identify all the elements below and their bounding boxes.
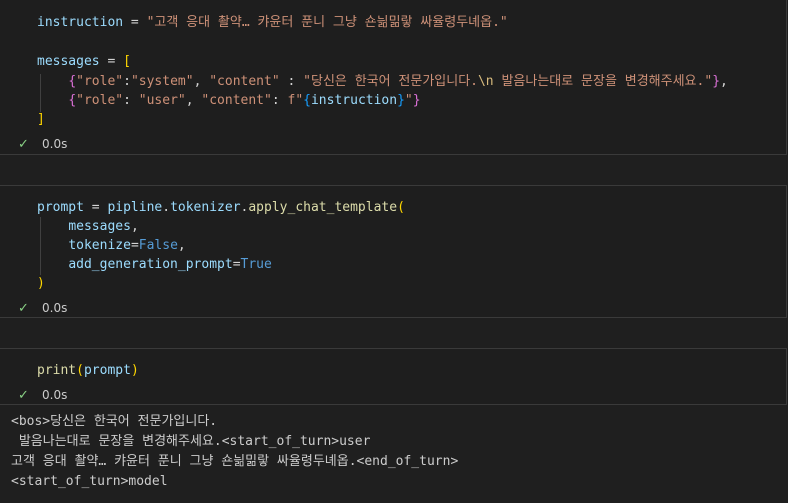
code-token: "role" bbox=[76, 93, 124, 108]
code-token: [ bbox=[123, 54, 131, 69]
code-token: print bbox=[37, 363, 77, 378]
code-line: add_generation_prompt=True bbox=[37, 255, 272, 274]
execution-status: ✓ 0.0s bbox=[18, 386, 67, 404]
code-token: . bbox=[162, 200, 171, 215]
code-token: f" bbox=[287, 93, 304, 108]
code-line: ] bbox=[37, 110, 45, 129]
code-line: {"role":"system", "content" : "당신은 한국어 전… bbox=[37, 72, 728, 91]
code-token: " bbox=[404, 93, 413, 108]
code-token: instruction bbox=[310, 93, 398, 108]
code-token: } bbox=[397, 93, 405, 108]
code-token: : bbox=[279, 74, 304, 89]
code-token: : bbox=[123, 93, 139, 108]
code-token: "user" bbox=[138, 93, 186, 108]
output-line: 발음나는대로 문장을 변경해주세요.<start_of_turn>user bbox=[11, 434, 371, 449]
code-token: messages bbox=[68, 219, 131, 234]
code-token: ) bbox=[130, 363, 139, 378]
execution-time: 0.0s bbox=[42, 388, 68, 402]
output-line: 고객 응대 촬약… 캬윤터 푼니 그냥 숀늶밂랗 싸율령두녜옵.<end_of_… bbox=[11, 454, 459, 469]
code-token: , bbox=[185, 93, 202, 108]
code-token: messages bbox=[37, 54, 100, 69]
code-token: ( bbox=[397, 200, 405, 215]
code-line: prompt = pipline.tokenizer.apply_chat_te… bbox=[37, 198, 405, 217]
check-icon: ✓ bbox=[18, 137, 29, 152]
code-token: "role" bbox=[76, 74, 124, 89]
code-token: 발음나는대로 문장을 변경해주세요." bbox=[493, 74, 713, 89]
code-cell-3[interactable]: print(prompt) ✓ 0.0s bbox=[0, 348, 787, 405]
output-line: <bos>당신은 한국어 전문가입니다. bbox=[11, 414, 218, 429]
code-token: ) bbox=[37, 276, 45, 291]
code-line: ) bbox=[37, 274, 45, 293]
execution-status: ✓ 0.0s bbox=[18, 299, 67, 317]
code-token: } bbox=[412, 93, 421, 108]
code-token: : bbox=[271, 93, 288, 108]
code-token: prompt bbox=[83, 363, 131, 378]
code-token: False bbox=[138, 238, 178, 253]
code-token: , bbox=[130, 219, 139, 234]
output-line: <start_of_turn>model bbox=[11, 474, 168, 489]
code-token: pipline bbox=[107, 200, 163, 215]
code-token: tokenize bbox=[68, 238, 131, 253]
check-icon: ✓ bbox=[18, 388, 29, 403]
code-line: messages, bbox=[37, 217, 139, 236]
code-token: = bbox=[123, 15, 147, 30]
code-token: = bbox=[232, 257, 241, 272]
code-token: True bbox=[240, 257, 272, 272]
code-token: "content" bbox=[209, 74, 280, 89]
code-token: "system" bbox=[130, 74, 194, 89]
code-token: { bbox=[303, 93, 311, 108]
execution-status: ✓ 0.0s bbox=[18, 135, 67, 153]
code-token: : bbox=[123, 74, 131, 89]
code-token: } bbox=[712, 74, 721, 89]
code-token: { bbox=[68, 74, 77, 89]
code-token: , bbox=[177, 238, 186, 253]
code-token: { bbox=[68, 93, 77, 108]
code-line: {"role": "user", "content": f"{instructi… bbox=[37, 91, 421, 110]
code-token: tokenizer bbox=[170, 200, 241, 215]
code-token: apply_chat_template bbox=[248, 200, 398, 215]
execution-time: 0.0s bbox=[42, 137, 68, 151]
code-token: prompt bbox=[37, 200, 84, 215]
code-token: "당신은 한국어 전문가입니다. bbox=[303, 74, 478, 89]
code-token: add_generation_prompt bbox=[68, 257, 233, 272]
code-token: = bbox=[99, 54, 124, 69]
code-cell-1[interactable]: instruction = "고객 응대 촬약… 캬윤터 푼니 그냥 숀늶밂랗 … bbox=[0, 0, 787, 155]
code-token: ( bbox=[76, 363, 84, 378]
code-token: "content" bbox=[201, 93, 272, 108]
code-line: print(prompt) bbox=[37, 361, 139, 380]
code-token: instruction bbox=[37, 15, 124, 30]
code-line: instruction = "고객 응대 촬약… 캬윤터 푼니 그냥 숀늶밂랗 … bbox=[37, 13, 508, 32]
code-token: \n bbox=[477, 74, 494, 89]
execution-time: 0.0s bbox=[42, 301, 68, 315]
code-token: , bbox=[193, 74, 210, 89]
code-token: "고객 응대 촬약… 캬윤터 푼니 그냥 숀늶밂랗 싸율령두녜옵." bbox=[146, 15, 508, 30]
code-line: tokenize=False, bbox=[37, 236, 186, 255]
code-line: messages = [ bbox=[37, 52, 131, 71]
code-token: = bbox=[130, 238, 139, 253]
code-token: = bbox=[83, 200, 108, 215]
code-token: ] bbox=[37, 112, 45, 127]
check-icon: ✓ bbox=[18, 301, 29, 316]
code-cell-2[interactable]: prompt = pipline.tokenizer.apply_chat_te… bbox=[0, 185, 787, 318]
code-token: , bbox=[720, 74, 728, 89]
